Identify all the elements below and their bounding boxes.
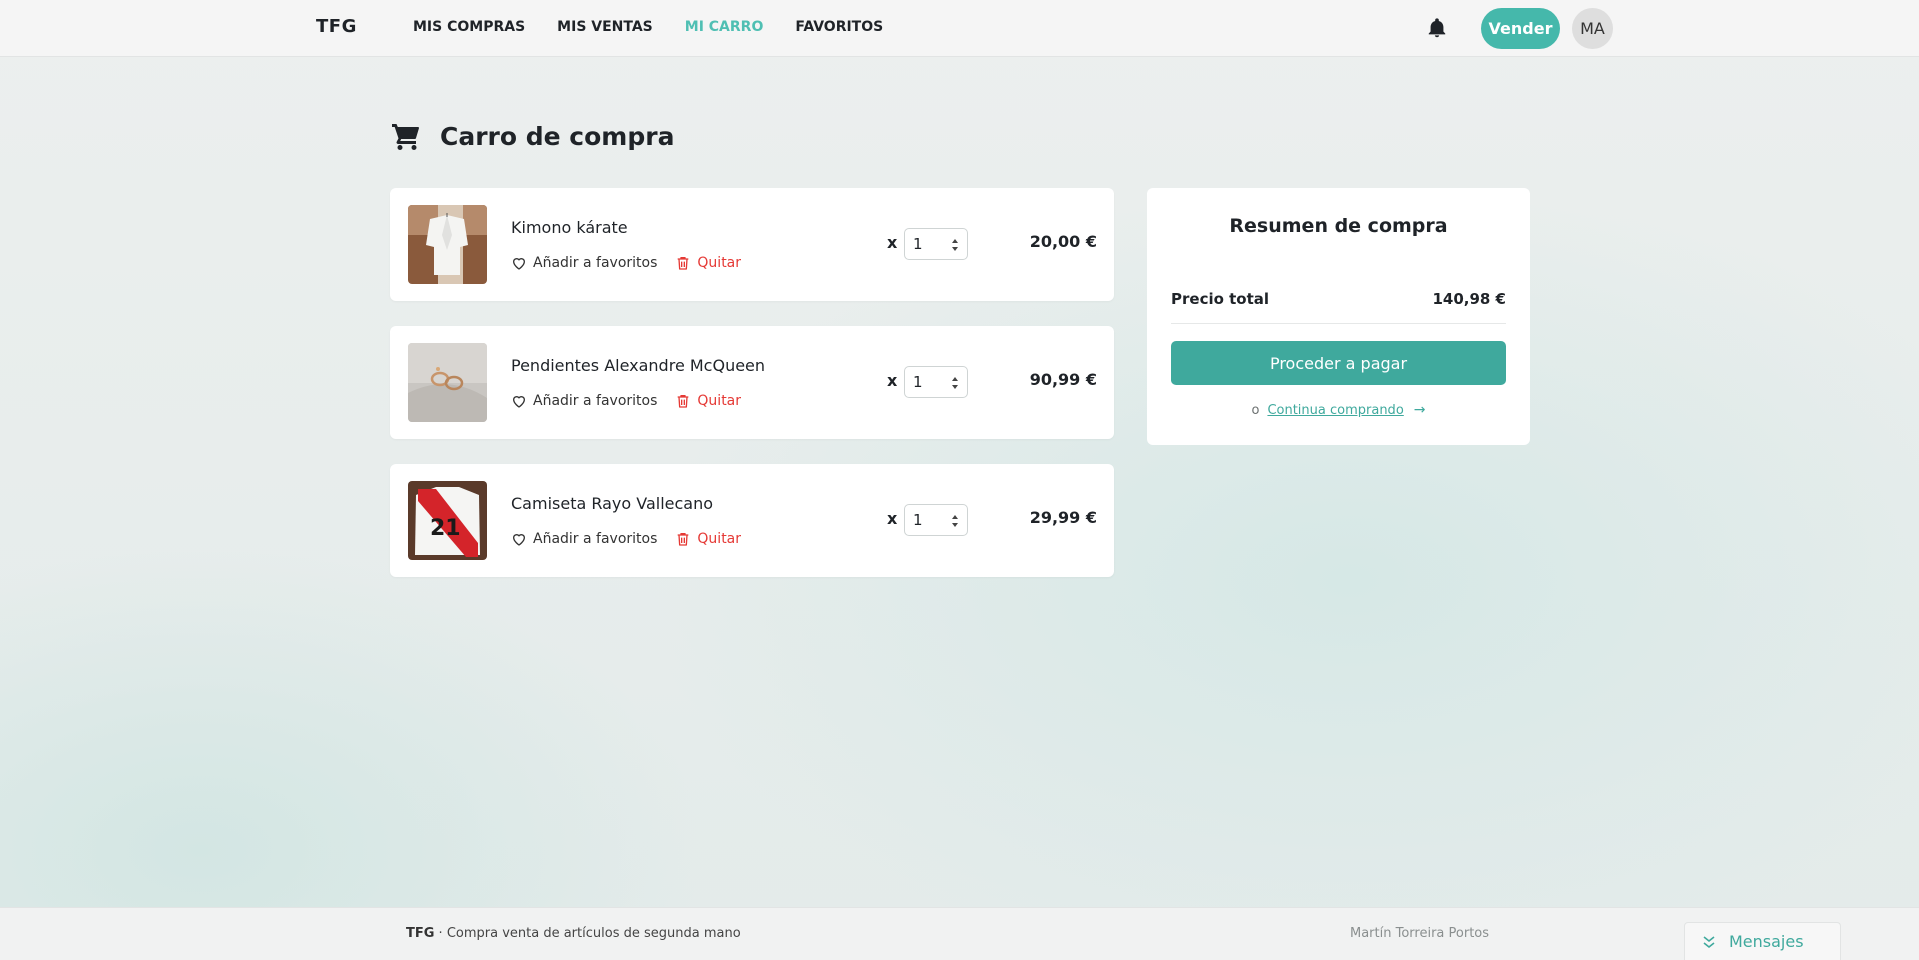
brand-logo[interactable]: TFG: [316, 16, 357, 37]
item-name[interactable]: Camiseta Rayo Vallecano: [511, 494, 713, 513]
order-summary-card: Resumen de compra Precio total 140,98 € …: [1147, 188, 1530, 445]
total-price-value: 140,98 €: [1432, 290, 1506, 308]
cart-item: Kimono kárate Añadir a favoritos Quitar …: [390, 188, 1114, 301]
add-to-favorites-button[interactable]: Añadir a favoritos: [511, 531, 657, 547]
item-price: 90,99 €: [1029, 370, 1097, 389]
messages-label: Mensajes: [1729, 932, 1804, 951]
quantity-value[interactable]: 1: [913, 235, 923, 253]
footer-brand: TFG: [406, 926, 435, 941]
quantity-prefix: x: [887, 371, 898, 390]
arrow-right-icon[interactable]: →: [1414, 402, 1426, 418]
messages-tab[interactable]: Mensajes: [1684, 922, 1841, 960]
nav-favoritos[interactable]: FAVORITOS: [795, 19, 883, 35]
quantity-value[interactable]: 1: [913, 511, 923, 529]
total-price-label: Precio total: [1171, 290, 1270, 308]
total-price-row: Precio total 140,98 €: [1171, 290, 1506, 308]
top-navbar: TFG MIS COMPRAS MIS VENTAS MI CARRO FAVO…: [0, 0, 1919, 57]
summary-title: Resumen de compra: [1229, 215, 1448, 237]
quantity-stepper[interactable]: 1: [904, 228, 968, 260]
favorite-label: Añadir a favoritos: [533, 531, 658, 547]
spinner-arrows-icon[interactable]: [951, 512, 959, 530]
item-price: 29,99 €: [1029, 508, 1097, 527]
trash-icon: [678, 533, 689, 546]
footer-author: Martín Torreira Portos: [1350, 926, 1490, 941]
quantity-prefix: x: [887, 509, 898, 528]
heart-icon: [513, 258, 525, 270]
quantity-stepper[interactable]: 1: [904, 366, 968, 398]
add-to-favorites-button[interactable]: Añadir a favoritos: [511, 393, 657, 409]
footer: TFG · Compra venta de artículos de segun…: [0, 907, 1919, 960]
shopping-cart-icon: [392, 124, 419, 150]
continue-shopping-row: o Continua comprando →: [1147, 402, 1530, 418]
summary-divider: [1171, 323, 1506, 324]
favorite-label: Añadir a favoritos: [533, 255, 658, 271]
chevron-double-down-icon[interactable]: [1703, 935, 1715, 949]
heart-icon: [513, 396, 525, 408]
item-name[interactable]: Kimono kárate: [511, 218, 628, 237]
remove-label: Quitar: [697, 531, 742, 547]
footer-tagline-text: · Compra venta de artículos de segunda m…: [434, 926, 741, 941]
page-header: Carro de compra: [390, 120, 674, 152]
spinner-arrows-icon[interactable]: [951, 374, 959, 392]
cart-item: 21 Camiseta Rayo Vallecano Añadir a favo…: [390, 464, 1114, 577]
cart-item: Pendientes Alexandre McQueen Añadir a fa…: [390, 326, 1114, 439]
svg-text:21: 21: [430, 516, 461, 541]
item-actions: Añadir a favoritos Quitar: [511, 393, 741, 409]
product-image-earrings[interactable]: [408, 343, 487, 422]
bell-icon[interactable]: [1426, 16, 1448, 40]
page-title: Carro de compra: [440, 121, 675, 151]
remove-label: Quitar: [697, 393, 742, 409]
trash-icon: [678, 395, 689, 408]
heart-icon: [513, 534, 525, 546]
item-price: 20,00 €: [1029, 232, 1097, 251]
proceed-to-pay-button[interactable]: Proceder a pagar: [1171, 341, 1506, 385]
favorite-label: Añadir a favoritos: [533, 393, 658, 409]
user-avatar[interactable]: MA: [1572, 8, 1613, 49]
remove-button[interactable]: Quitar: [675, 531, 741, 547]
remove-button[interactable]: Quitar: [675, 393, 741, 409]
nav-mi-carro[interactable]: MI CARRO: [685, 19, 764, 35]
item-actions: Añadir a favoritos Quitar: [511, 255, 741, 271]
trash-icon: [678, 257, 689, 270]
nav-mis-compras[interactable]: MIS COMPRAS: [413, 19, 525, 35]
quantity-value[interactable]: 1: [913, 373, 923, 391]
product-image-kimono[interactable]: [408, 205, 487, 284]
remove-label: Quitar: [697, 255, 742, 271]
remove-button[interactable]: Quitar: [675, 255, 741, 271]
main-nav: MIS COMPRAS MIS VENTAS MI CARRO FAVORITO…: [413, 19, 915, 35]
nav-mis-ventas[interactable]: MIS VENTAS: [557, 19, 653, 35]
spinner-arrows-icon[interactable]: [951, 236, 959, 254]
item-actions: Añadir a favoritos Quitar: [511, 531, 741, 547]
product-image-jersey[interactable]: 21: [408, 481, 487, 560]
footer-tagline: TFG · Compra venta de artículos de segun…: [406, 926, 741, 941]
sell-button[interactable]: Vender: [1481, 8, 1560, 49]
continue-shopping-link[interactable]: Continua comprando: [1267, 403, 1403, 418]
quantity-stepper[interactable]: 1: [904, 504, 968, 536]
item-name[interactable]: Pendientes Alexandre McQueen: [511, 356, 765, 375]
add-to-favorites-button[interactable]: Añadir a favoritos: [511, 255, 657, 271]
quantity-prefix: x: [887, 233, 898, 252]
or-label: o: [1251, 402, 1260, 418]
